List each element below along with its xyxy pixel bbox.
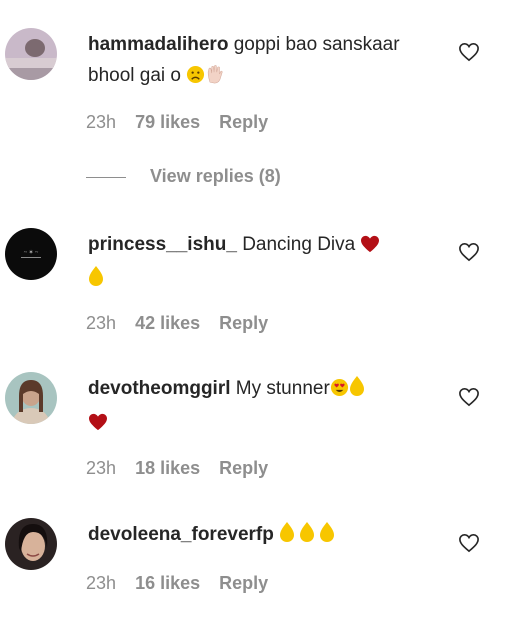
red-heart-icon [360, 232, 380, 263]
comment-likes[interactable]: 42 likes [135, 313, 200, 333]
comment-likes[interactable]: 18 likes [135, 458, 200, 478]
avatar[interactable]: ~ ✶ ~ [5, 228, 57, 280]
comment-text: devotheomggirl My stunner [88, 373, 428, 441]
like-heart-icon[interactable] [458, 242, 480, 262]
like-heart-icon[interactable] [458, 533, 480, 553]
raised-hand-icon [319, 521, 335, 553]
comment-meta: 23h 79 likes Reply [86, 112, 282, 133]
raised-hand-icon [349, 375, 365, 407]
avatar[interactable] [5, 28, 57, 80]
raised-hand-icon [205, 63, 224, 94]
avatar[interactable] [5, 518, 57, 570]
heart-eyes-face-icon [330, 376, 349, 407]
avatar[interactable] [5, 372, 57, 424]
view-replies-button[interactable]: View replies (8) [86, 166, 281, 187]
reply-button[interactable]: Reply [219, 458, 268, 478]
comment-username[interactable]: princess__ishu_ [88, 234, 237, 255]
comment-text: princess__ishu_ Dancing Diva [88, 229, 428, 297]
like-heart-icon[interactable] [458, 387, 480, 407]
comment-text: devoleena_foreverfp [88, 519, 428, 553]
comment-username[interactable]: devoleena_foreverfp [88, 524, 274, 545]
raised-hand-icon [299, 521, 315, 553]
like-heart-icon[interactable] [458, 42, 480, 62]
reply-button[interactable]: Reply [219, 573, 268, 593]
comment-username[interactable]: devotheomggirl [88, 378, 231, 399]
divider-line [86, 176, 126, 178]
reply-button[interactable]: Reply [219, 313, 268, 333]
reply-button[interactable]: Reply [219, 112, 268, 132]
frowning-face-icon [186, 63, 205, 94]
comment-time: 23h [86, 313, 117, 333]
comment-likes[interactable]: 16 likes [135, 573, 200, 593]
comment-body: My stunner [235, 378, 330, 399]
comment-username[interactable]: hammadalihero [88, 34, 228, 55]
view-replies-label[interactable]: View replies (8) [150, 166, 281, 186]
comment-meta: 23h 42 likes Reply [86, 313, 282, 334]
red-heart-icon [88, 410, 108, 441]
comment-time: 23h [86, 573, 117, 593]
comment-likes[interactable]: 79 likes [135, 112, 200, 132]
raised-hand-icon [279, 521, 295, 553]
comment-time: 23h [86, 458, 117, 478]
comment-meta: 23h 18 likes Reply [86, 458, 282, 479]
svg-text:~ ✶ ~: ~ ✶ ~ [24, 249, 39, 256]
comment-meta: 23h 16 likes Reply [86, 573, 282, 594]
comment-body: Dancing Diva [242, 234, 356, 255]
comment-text: hammadalihero goppi bao sanskaar bhool g… [88, 29, 428, 94]
raised-hand-icon [88, 265, 104, 297]
comment-time: 23h [86, 112, 117, 132]
